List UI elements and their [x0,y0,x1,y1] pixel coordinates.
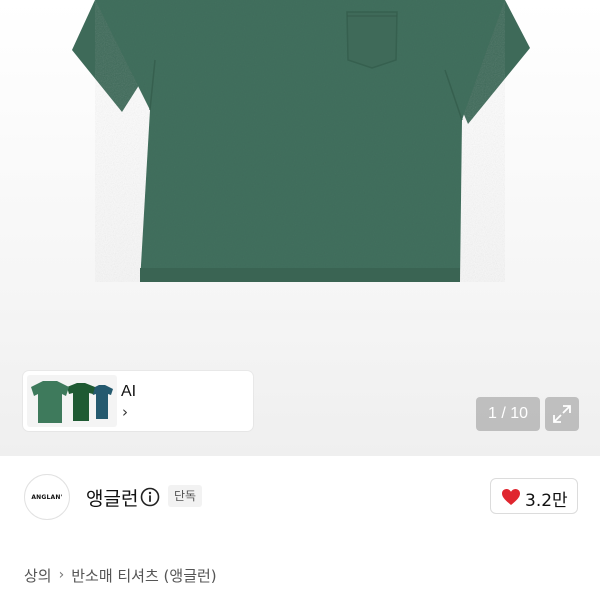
chevron-right-icon: › [58,567,65,583]
color-variants-thumbnail [27,375,117,427]
expand-button[interactable] [545,397,579,431]
exclusive-badge: 단독 [168,485,203,507]
brand-logo[interactable]: ANGLAN' [24,474,70,520]
expand-icon [553,405,571,423]
heart-icon [502,489,520,505]
like-button[interactable]: 3.2만 [490,478,578,514]
brand-name[interactable]: 앵글런 [86,484,138,511]
breadcrumb: 상의 › 반소매 티셔츠 (앵글런) [24,562,217,588]
brand-row: ANGLAN' 앵글런 단독 3.2만 [0,456,600,546]
ai-card-label: AI [121,383,137,400]
chevron-right-icon: › [122,403,128,421]
product-image-gallery[interactable]: AI › 1 / 10 [0,0,600,456]
info-icon[interactable] [140,487,160,507]
like-count: 3.2만 [525,491,568,511]
ai-recommendation-card[interactable]: AI › [23,371,253,431]
breadcrumb-item-category[interactable]: 상의 [24,565,52,586]
breadcrumb-item-subcategory[interactable]: 반소매 티셔츠 (앵글런) [71,565,216,586]
image-counter: 1 / 10 [476,397,540,431]
